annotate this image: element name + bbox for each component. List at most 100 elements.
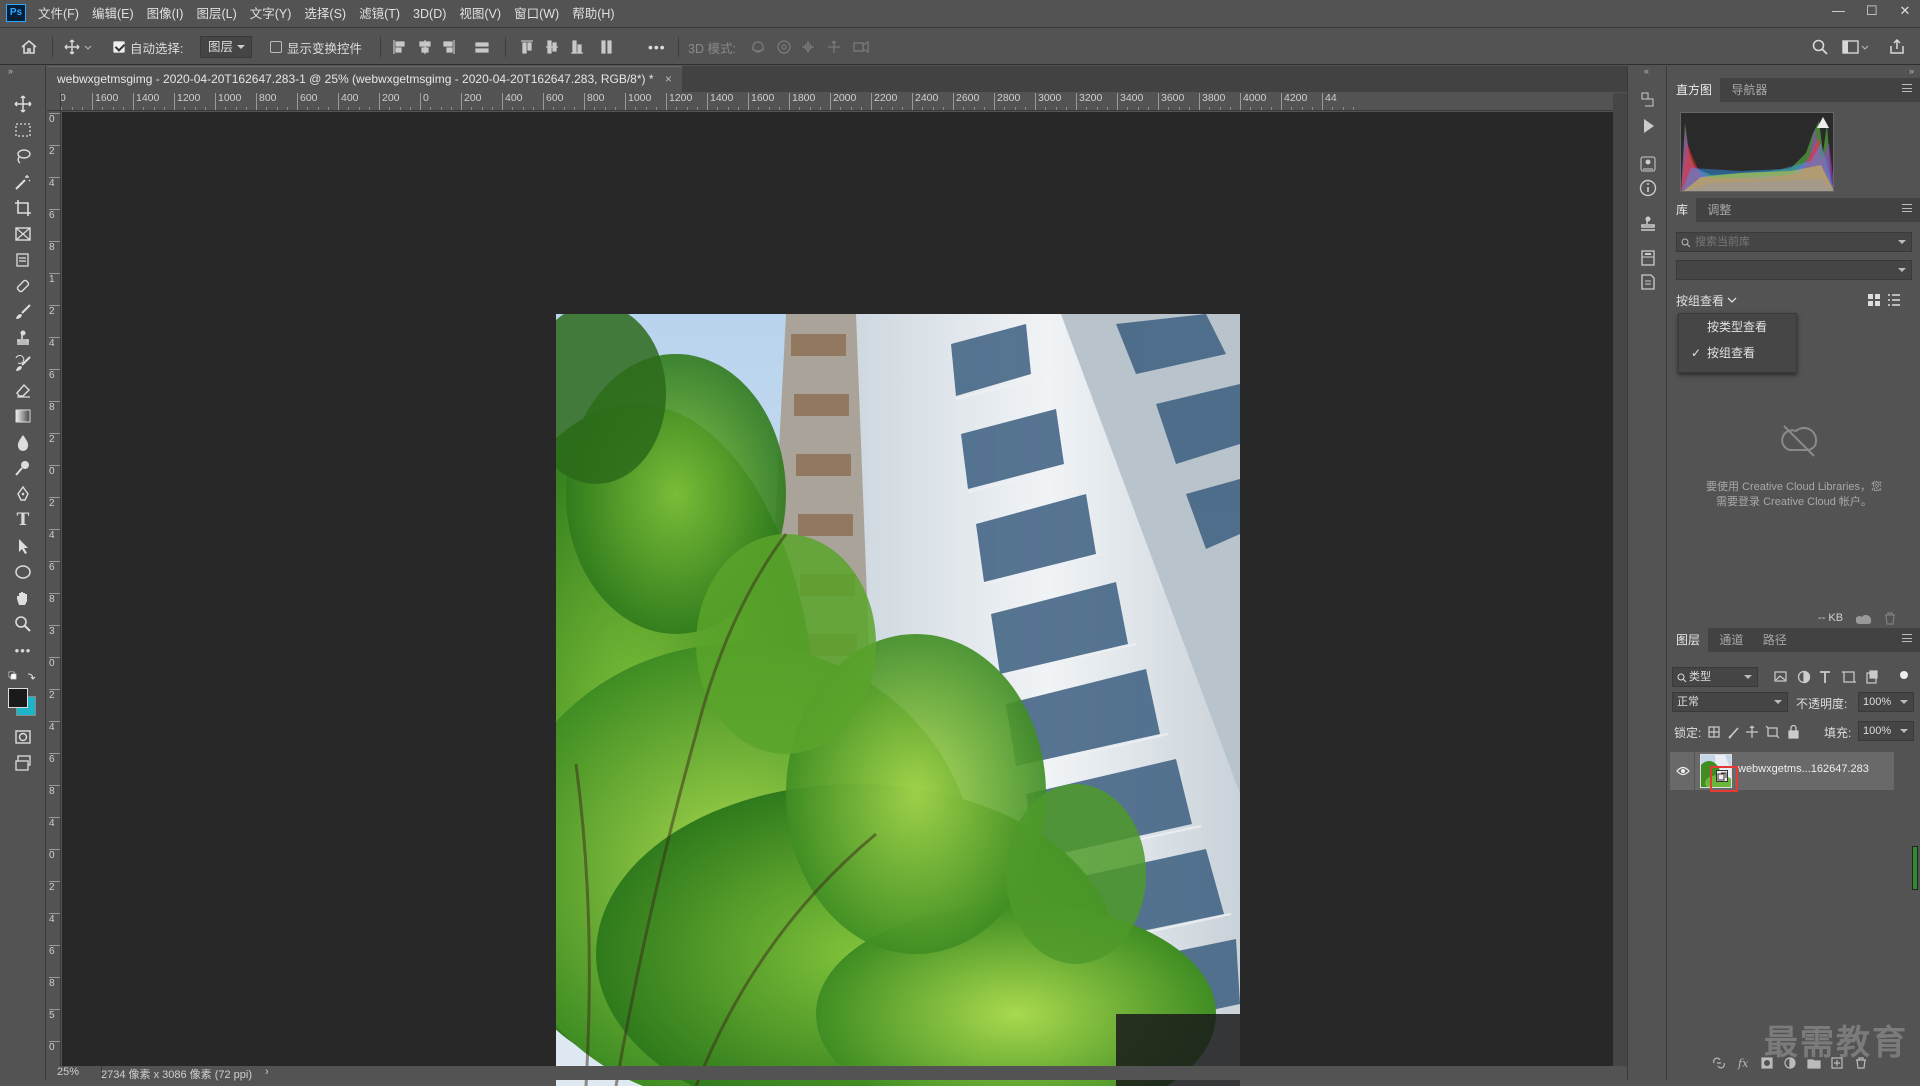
vertical-ruler[interactable]: 0 2 4 6 8 1 2 4 6 8 2 0 2 4 6 8 3 0 2 4 6 8 4 0 2 4 6 8 5 0 [47,111,61,1068]
brush-tool-icon[interactable] [12,301,34,323]
grid-view-icon[interactable] [1868,294,1880,309]
history-brush-icon[interactable] [12,353,34,375]
show-transform-check-icon[interactable] [270,41,282,53]
tab-paths[interactable]: 路径 [1755,628,1795,652]
cloud-sync-icon[interactable] [1855,613,1874,628]
canvas-vertical-scrollbar[interactable] [1613,93,1627,1066]
gradient-tool-icon[interactable] [12,405,34,427]
notes-panel-icon[interactable] [1638,272,1658,292]
library-select[interactable] [1676,260,1912,280]
menu-item[interactable]: 编辑(E) [92,7,134,21]
crop-tool-icon[interactable] [12,197,34,219]
layer-name[interactable]: webwxgetms...162647.283 [1738,763,1869,775]
rectangular-marquee-icon[interactable] [12,119,34,141]
hand-tool-icon[interactable] [12,587,34,609]
collapse-panels-icon[interactable]: » [1909,66,1914,76]
document-tab[interactable]: webwxgetmsgimg - 2020-04-20T162647.283-1… [47,66,682,92]
close-window-icon[interactable]: ✕ [1890,0,1920,22]
document-image[interactable] [556,314,1240,1086]
clone-source-icon[interactable] [1638,214,1658,234]
close-tab-icon[interactable]: × [665,72,672,86]
tab-histogram[interactable]: 直方图 [1668,78,1721,102]
blur-tool-icon[interactable] [12,431,34,453]
tab-channels[interactable]: 通道 [1711,628,1751,652]
path-selection-icon[interactable] [12,535,34,557]
tab-adjustments[interactable]: 调整 [1699,198,1739,222]
tab-libraries[interactable]: 库 [1668,198,1697,222]
horizontal-ruler[interactable]: 0016001400120010008006004002000200400600… [61,93,1613,111]
status-menu-arrow[interactable]: › [265,1066,269,1078]
eraser-tool-icon[interactable] [12,379,34,401]
delete-library-icon[interactable] [1884,612,1896,628]
tab-navigator[interactable]: 导航器 [1723,78,1775,102]
lasso-tool-icon[interactable] [12,145,34,167]
more-options-button[interactable]: ••• [648,29,666,65]
minimize-icon[interactable]: — [1823,0,1853,22]
info-panel-icon[interactable] [1638,178,1658,198]
layer-row[interactable]: webwxgetms...162647.283 [1670,752,1894,792]
menu-item[interactable]: 文字(Y) [250,7,292,21]
search-icon[interactable] [1812,29,1828,65]
menu-item[interactable]: 3D(D) [413,7,446,21]
menu-item[interactable]: 视图(V) [459,7,501,21]
auto-select-check-icon[interactable] [113,41,125,53]
screen-mode-icon[interactable] [12,752,34,774]
type-tool-icon[interactable]: T [12,509,34,531]
histogram-panel-menu-icon[interactable] [1902,84,1912,92]
workspace-switcher-icon[interactable] [1842,29,1870,65]
visibility-eye-icon[interactable] [1676,765,1690,779]
auto-select-target-dropdown[interactable]: 图层 [200,29,253,65]
show-transform-controls-checkbox[interactable]: 显示变换控件 [270,29,362,65]
menu-item-view-by-type[interactable]: 按类型查看 [1679,314,1796,340]
maximize-icon[interactable]: ☐ [1857,0,1887,22]
menu-item[interactable]: 图层(L) [196,7,236,21]
smart-object-icon[interactable] [1716,770,1728,782]
auto-select-target-value[interactable]: 图层 [200,36,253,58]
menu-item[interactable]: 滤镜(T) [359,7,400,21]
menu-item-view-by-group[interactable]: ✓ 按组查看 [1679,340,1796,366]
blend-mode-select[interactable]: 正常 [1672,692,1788,712]
collapse-tools-icon[interactable]: » [8,66,13,76]
tab-layers[interactable]: 图层 [1668,628,1709,652]
default-colors-icon[interactable] [8,671,38,685]
actions-play-icon[interactable] [1638,116,1658,136]
menu-item[interactable]: 选择(S) [304,7,346,21]
pen-tool-icon[interactable] [12,483,34,505]
layers-panel-menu-icon[interactable] [1902,634,1912,642]
canvas-area[interactable] [62,112,1613,1086]
eyedropper-icon[interactable] [12,249,34,271]
zoom-level[interactable]: 25% [57,1066,79,1078]
collapse-strip-icon[interactable]: « [1644,66,1649,76]
move-tool-preset-icon[interactable] [64,29,92,65]
foreground-color-swatch[interactable] [8,688,28,708]
warning-icon[interactable] [1817,117,1829,128]
zoom-tool-icon[interactable] [12,613,34,635]
view-by-group-dropdown[interactable]: 按组查看 [1676,292,1737,308]
magic-wand-icon[interactable] [12,171,34,193]
libraries-panel-menu-icon[interactable] [1902,204,1912,212]
properties-panel-icon[interactable] [1638,154,1658,174]
photoshop-logo[interactable]: Ps [6,4,26,22]
frame-tool-icon[interactable] [12,223,34,245]
dodge-tool-icon[interactable] [12,457,34,479]
quick-mask-icon[interactable] [12,726,34,748]
share-icon[interactable] [1888,29,1906,65]
auto-select-checkbox[interactable]: 自动选择: [113,29,183,65]
healing-brush-icon[interactable] [12,275,34,297]
opacity-input[interactable]: 100% [1858,692,1914,712]
move-tool-icon[interactable] [12,93,34,115]
menu-item[interactable]: 帮助(H) [572,7,614,21]
menu-item[interactable]: 窗口(W) [514,7,559,21]
clone-stamp-icon[interactable] [12,327,34,349]
history-panel-icon[interactable] [1638,90,1658,110]
libraries-panel-icon[interactable] [1638,248,1658,268]
layers-scrollbar[interactable] [1912,846,1918,890]
menu-item[interactable]: 图像(I) [147,7,184,21]
library-search-input[interactable]: 搜索当前库 [1676,232,1912,252]
menu-item[interactable]: 文件(F) [38,7,79,21]
ellipse-tool-icon[interactable] [12,561,34,583]
ruler-origin[interactable] [47,93,61,111]
list-view-icon[interactable] [1888,294,1900,309]
fill-input[interactable]: 100% [1858,721,1914,741]
edit-toolbar-icon[interactable]: ••• [12,639,34,661]
